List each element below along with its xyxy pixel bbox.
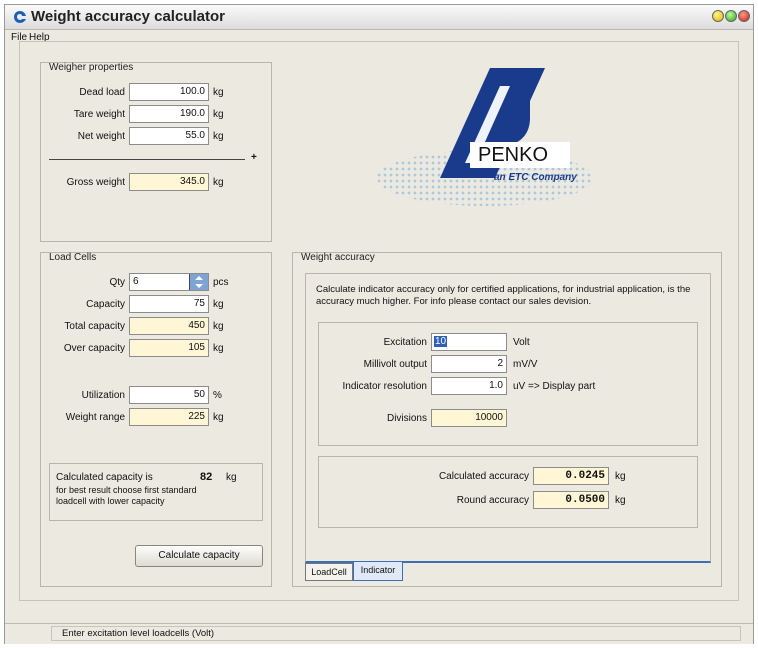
plus-sign: + [251,152,257,163]
weight-accuracy-group: Weight accuracy Calculate indicator accu… [292,252,722,587]
round-accuracy-label: Round accuracy [456,495,529,506]
calculated-accuracy-label: Calculated accuracy [438,471,529,482]
millivolt-output-field[interactable]: 2 [431,355,507,373]
utilization-field[interactable]: 50 [129,386,209,404]
maximize-button[interactable] [725,10,737,22]
weight-range-field: 225 [129,408,209,426]
qty-spinner[interactable] [189,274,208,290]
weight-range-label: Weight range [65,412,125,423]
indicator-tab-panel: Calculate indicator accuracy only for ce… [305,273,711,563]
calculated-accuracy-unit: kg [615,471,626,482]
accuracy-info-text: Calculate indicator accuracy only for ce… [316,284,691,307]
tare-weight-unit: kg [213,109,224,120]
penko-brand-text: PENKO [478,144,549,166]
penko-tagline: an ETC Company [494,172,577,183]
total-capacity-field: 450 [129,317,209,335]
net-weight-label: Net weight [77,131,125,142]
indicator-resolution-unit: uV => Display part [513,381,596,392]
calculated-accuracy-field: 0.0245 [533,467,609,485]
excitation-unit: Volt [513,337,530,348]
calculated-capacity-note: for best result choose first standard lo… [56,485,197,506]
indicator-resolution-label: Indicator resolution [342,381,428,392]
capacity-field[interactable]: 75 [129,295,209,313]
over-capacity-field: 105 [129,339,209,357]
tab-indicator[interactable]: Indicator [353,561,403,581]
penko-logo-graphic [377,68,593,206]
spinner-arrows-icon [195,276,203,288]
round-accuracy-field: 0.0500 [533,491,609,509]
minimize-button[interactable] [712,10,724,22]
excitation-label: Excitation [383,337,427,348]
client-area: Weigher properties Dead load 100.0 kg Ta… [19,41,739,601]
weight-accuracy-title: Weight accuracy [301,252,375,263]
total-capacity-unit: kg [213,321,224,332]
status-bar: Enter excitation level loadcells (Volt) [5,623,753,644]
divisions-label: Divisions [386,413,427,424]
over-capacity-label: Over capacity [63,343,125,354]
qty-label: Qty [109,277,125,288]
excitation-value: 10 [434,336,448,347]
window-title: Weight accuracy calculator [31,8,225,25]
penko-logo: PENKO an ETC Company [370,58,610,228]
gross-weight-label: Gross weight [66,177,125,188]
round-accuracy-unit: kg [615,495,626,506]
calculate-capacity-button[interactable]: Calculate capacity [135,545,263,567]
sum-divider [49,159,245,160]
calculated-capacity-value: 82 [200,471,213,483]
calculated-capacity-text: Calculated capacity is [56,472,153,483]
millivolt-output-unit: mV/V [513,359,538,370]
utilization-label: Utilization [81,390,125,401]
divisions-field: 10000 [431,409,507,427]
calculated-capacity-panel: Calculated capacity is 82 kg for best re… [49,463,263,521]
dead-load-unit: kg [213,87,224,98]
tare-weight-label: Tare weight [73,109,125,120]
excitation-field[interactable]: 10 [431,333,507,351]
load-cells-group: Load Cells Qty 6 pcs Capacity 75 kg Tota… [40,252,272,587]
dead-load-label: Dead load [79,87,125,98]
status-text: Enter excitation level loadcells (Volt) [51,626,741,641]
weight-range-unit: kg [213,412,224,423]
net-weight-field[interactable]: 55.0 [129,127,209,145]
app-icon [14,11,26,23]
gross-weight-field: 345.0 [129,173,209,191]
capacity-label: Capacity [86,299,125,310]
calculated-capacity-unit: kg [226,472,237,483]
net-weight-unit: kg [213,131,224,142]
dead-load-field[interactable]: 100.0 [129,83,209,101]
tab-loadcell[interactable]: LoadCell [305,563,353,581]
close-button[interactable] [738,10,750,22]
millivolt-output-label: Millivolt output [363,359,427,370]
capacity-unit: kg [213,299,224,310]
total-capacity-label: Total capacity [64,321,125,332]
app-window: Weight accuracy calculator File Help Wei… [4,4,754,644]
accuracy-results-panel: Calculated accuracy 0.0245 kg Round accu… [318,456,698,528]
weigher-properties-title: Weigher properties [49,62,134,73]
load-cells-title: Load Cells [49,252,97,263]
indicator-inputs-panel: Excitation 10 Volt Millivolt output 2 mV… [318,322,698,446]
weigher-properties-group: Weigher properties Dead load 100.0 kg Ta… [40,62,272,242]
qty-unit: pcs [213,277,229,288]
title-bar: Weight accuracy calculator [5,5,753,30]
utilization-unit: % [213,390,222,401]
gross-weight-unit: kg [213,177,224,188]
over-capacity-unit: kg [213,343,224,354]
indicator-resolution-field[interactable]: 1.0 [431,377,507,395]
tare-weight-field[interactable]: 190.0 [129,105,209,123]
